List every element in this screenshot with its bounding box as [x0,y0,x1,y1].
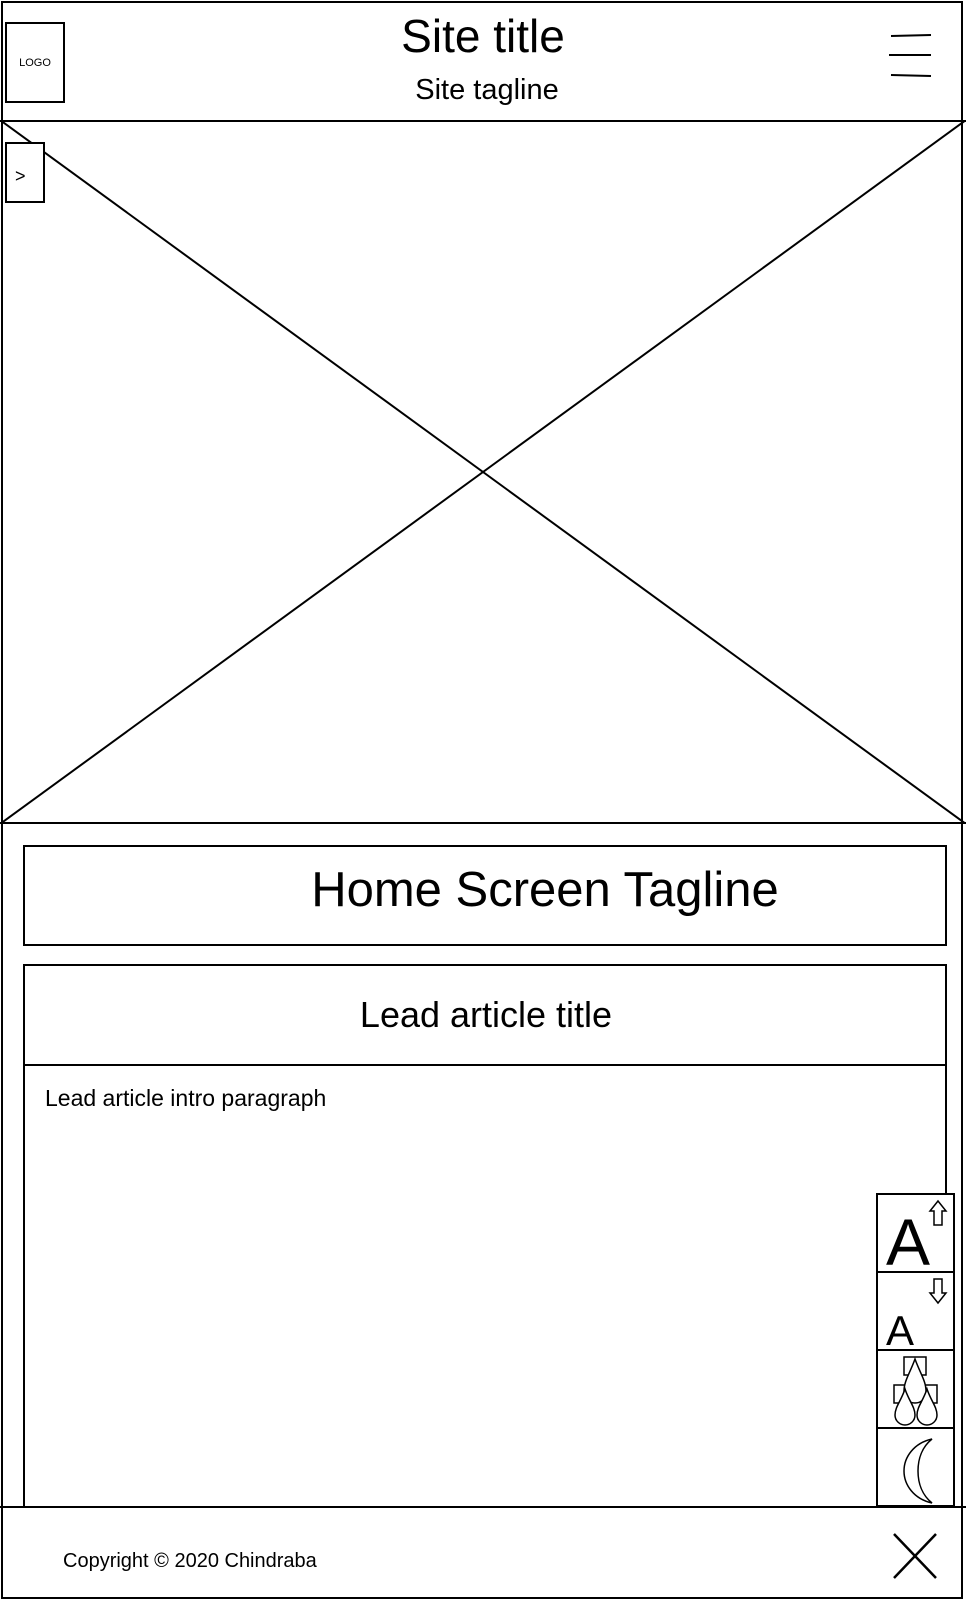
moon-icon [903,1438,933,1504]
slider-next-label: > [15,166,26,186]
site-title: Site title [401,10,565,62]
font-increase-icon: A [886,1199,948,1273]
hamburger-menu-icon[interactable] [888,32,932,80]
image-placeholder-icon [0,120,966,824]
copyright-text: Copyright © 2020 Chindraba [63,1550,317,1572]
lead-article-title[interactable]: Lead article title [25,966,945,1066]
font-decrease-button[interactable]: A [878,1273,953,1351]
home-tagline-box: Home Screen Tagline [23,845,947,946]
font-increase-glyph: A [886,1205,930,1273]
hero-image: > [0,120,966,824]
home-tagline: Home Screen Tagline [311,863,779,917]
lead-article: Lead article title Lead article intro pa… [23,964,947,1508]
close-icon[interactable] [892,1532,938,1580]
dark-mode-button[interactable] [878,1429,953,1507]
font-decrease-icon: A [886,1278,948,1351]
lead-article-intro: Lead article intro paragraph [45,1085,327,1111]
font-increase-button[interactable]: A [878,1195,953,1273]
font-decrease-glyph: A [886,1307,914,1351]
site-tagline: Site tagline [415,74,559,106]
accessibility-toolbar: A A [876,1193,955,1507]
site-header: LOGO Site title Site tagline [0,0,966,122]
contrast-drops-icon [893,1356,938,1426]
slider-next-button[interactable]: > [5,142,45,203]
site-footer: Copyright © 2020 Chindraba [0,1506,966,1602]
contrast-button[interactable] [878,1351,953,1429]
